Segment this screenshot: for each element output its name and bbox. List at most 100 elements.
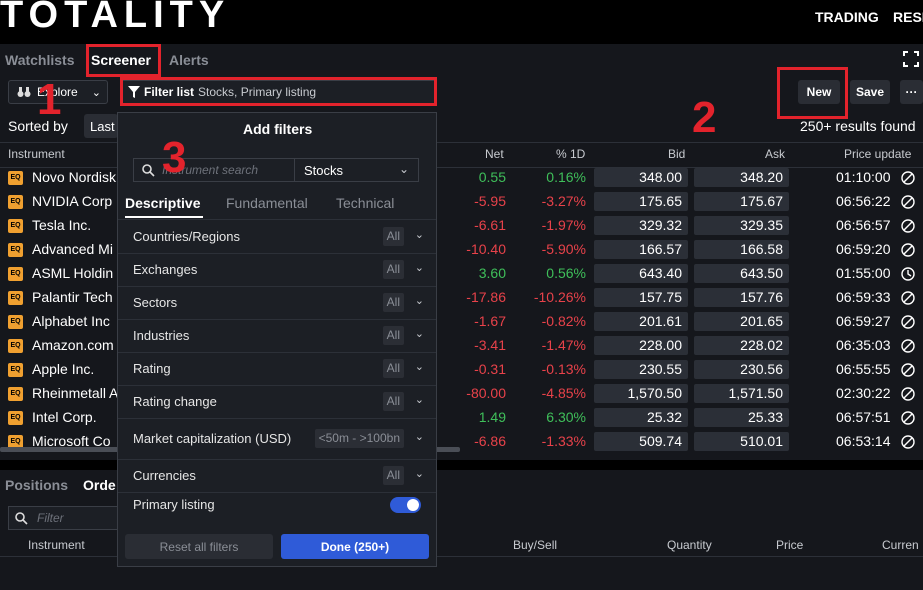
bid-price[interactable]: 1,570.50 [594,384,688,403]
nav-trading[interactable]: TRADING [815,9,879,25]
orders-col-buysell[interactable]: Buy/Sell [513,538,557,552]
brand-logo[interactable]: TOTALITY [0,0,230,37]
col-pct[interactable]: % 1D [556,147,585,161]
filter-item[interactable]: Exchanges All ⌄ [118,253,436,287]
ask-price[interactable]: 643.50 [694,264,789,283]
ask-price[interactable]: 230.56 [694,360,789,379]
filter-item-value[interactable]: All [382,227,404,246]
sort-dropdown[interactable]: Last [84,114,118,138]
ask-price[interactable]: 25.33 [694,408,789,427]
filter-item-value[interactable]: <50m - >100bn [314,429,404,448]
instrument-name[interactable]: Intel Corp. [32,409,97,425]
col-instrument[interactable]: Instrument [8,147,65,161]
ask-price[interactable]: 510.01 [694,432,789,451]
filter-item[interactable]: Sectors All ⌄ [118,286,436,320]
instrument-name[interactable]: Tesla Inc. [32,217,91,233]
ask-price[interactable]: 1,571.50 [694,384,789,403]
bid-price[interactable]: 230.55 [594,360,688,379]
reset-filters-button[interactable]: Reset all filters [125,534,273,559]
equity-badge: EQ [8,387,23,401]
save-button[interactable]: Save [850,80,890,104]
filter-item-value[interactable]: All [382,392,404,411]
orders-col-current[interactable]: Curren [882,538,919,552]
filter-item[interactable]: Currencies All ⌄ [118,459,436,493]
ask-price[interactable]: 166.58 [694,240,789,259]
equity-badge: EQ [8,363,23,377]
instrument-name[interactable]: Novo Nordisk [32,169,116,185]
filter-item-label: Currencies [133,468,196,483]
active-tab-indicator [125,216,203,218]
filter-item[interactable]: Rating All ⌄ [118,352,436,386]
filter-item-value[interactable]: All [382,466,404,485]
filter-item-value[interactable]: All [382,260,404,279]
col-net[interactable]: Net [485,147,504,161]
tab-positions[interactable]: Positions [5,477,68,493]
instrument-name[interactable]: Palantir Tech [32,289,113,305]
bid-price[interactable]: 201.61 [594,312,688,331]
bid-price[interactable]: 166.57 [594,240,688,259]
chevron-down-icon[interactable]: ⌄ [415,467,424,480]
ask-price[interactable]: 201.65 [694,312,789,331]
orders-filter-input[interactable]: Filter [8,506,118,530]
tab-watchlists[interactable]: Watchlists [5,52,75,68]
bid-price[interactable]: 643.40 [594,264,688,283]
instrument-name[interactable]: Alphabet Inc [32,313,110,329]
done-button[interactable]: Done (250+) [281,534,429,559]
instrument-search-input[interactable]: Instrument search [133,158,295,182]
chevron-down-icon[interactable]: ⌄ [415,261,424,274]
orders-col-price[interactable]: Price [776,538,803,552]
nav-research[interactable]: RESE [893,9,923,25]
pct-change: -5.90% [541,241,586,257]
tab-alerts[interactable]: Alerts [169,52,209,68]
chevron-down-icon[interactable]: ⌄ [415,360,424,373]
bid-price[interactable]: 329.32 [594,216,688,235]
col-bid[interactable]: Bid [668,147,685,161]
asset-type-select[interactable]: Stocks ⌄ [294,158,419,182]
expand-icon[interactable] [903,51,919,67]
primary-listing-toggle[interactable] [390,497,421,513]
chevron-down-icon[interactable]: ⌄ [415,294,424,307]
orders-col-instrument[interactable]: Instrument [28,538,85,552]
instrument-name[interactable]: Rheinmetall A [32,385,118,401]
instrument-name[interactable]: Amazon.com [32,337,114,353]
ask-price[interactable]: 348.20 [694,168,789,187]
ask-price[interactable]: 175.67 [694,192,789,211]
filter-item-value[interactable]: All [382,326,404,345]
filter-item-value[interactable]: All [382,293,404,312]
chevron-down-icon[interactable]: ⌄ [415,327,424,340]
col-ask[interactable]: Ask [765,147,785,161]
bid-price[interactable]: 157.75 [594,288,688,307]
chevron-down-icon[interactable]: ⌄ [415,228,424,241]
bid-price[interactable]: 348.00 [594,168,688,187]
bid-price[interactable]: 228.00 [594,336,688,355]
orders-col-quantity[interactable]: Quantity [667,538,712,552]
chevron-down-icon[interactable]: ⌄ [415,393,424,406]
instrument-name[interactable]: Advanced Mi [32,241,113,257]
filter-item-value[interactable]: All [382,359,404,378]
col-price-update[interactable]: Price update [844,147,911,161]
ask-price[interactable]: 329.35 [694,216,789,235]
filter-tab-descriptive[interactable]: Descriptive [125,195,200,211]
filter-item[interactable]: Rating change All ⌄ [118,385,436,419]
tab-orders[interactable]: Orde [83,477,116,493]
bid-price[interactable]: 25.32 [594,408,688,427]
bid-price[interactable]: 175.65 [594,192,688,211]
pct-change: 6.30% [546,409,586,425]
bid-price[interactable]: 509.74 [594,432,688,451]
instrument-name[interactable]: Apple Inc. [32,361,94,377]
filter-item[interactable]: Market capitalization (USD) <50m - >100bn… [118,418,436,460]
instrument-name[interactable]: NVIDIA Corp [32,193,112,209]
primary-listing-label: Primary listing [133,497,215,512]
price-update-time: 06:35:03 [836,337,891,353]
instrument-name[interactable]: ASML Holdin [32,265,113,281]
ask-price[interactable]: 157.76 [694,288,789,307]
chevron-down-icon[interactable]: ⌄ [415,430,424,443]
more-options-button[interactable]: ··· [900,80,923,104]
net-change: -6.86 [474,433,506,449]
filter-tab-technical[interactable]: Technical [336,195,394,211]
ask-price[interactable]: 228.02 [694,336,789,355]
filter-item[interactable]: Countries/Regions All ⌄ [118,220,436,254]
price-update-time: 06:59:27 [836,313,891,329]
filter-tab-fundamental[interactable]: Fundamental [226,195,308,211]
filter-item[interactable]: Industries All ⌄ [118,319,436,353]
